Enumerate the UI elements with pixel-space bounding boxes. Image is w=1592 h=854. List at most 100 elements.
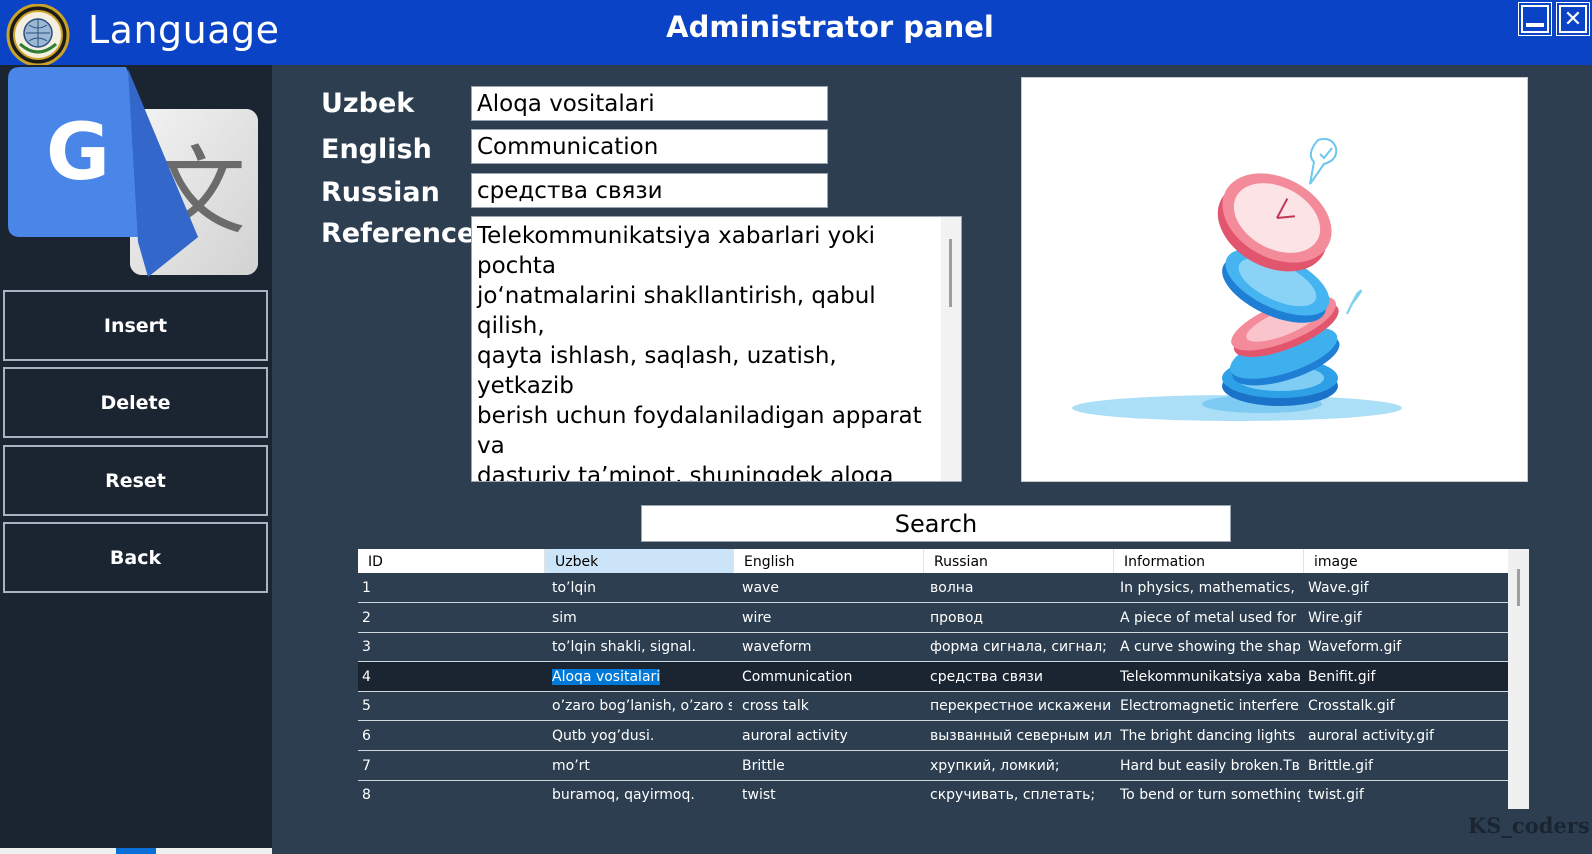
cell-text: 8 xyxy=(362,787,371,804)
cell-text: To bend or turn something... xyxy=(1120,787,1300,804)
sidebar: 文 G Insert Delete Reset Back xyxy=(0,65,272,854)
cell-text: средства связи xyxy=(930,668,1043,685)
back-button[interactable]: Back xyxy=(3,522,268,593)
cell-image: Waveform.gif xyxy=(1308,639,1504,655)
cell-text: Wave.gif xyxy=(1308,580,1369,596)
cell-image: auroral activity.gif xyxy=(1308,728,1504,744)
cell-english: Brittle xyxy=(742,758,920,774)
cell-image: Crosstalk.gif xyxy=(1308,698,1504,714)
cell-text: Qutb yog’dusi. xyxy=(552,728,655,744)
cell-information: Telekommunikatsiya xabar... xyxy=(1120,669,1300,685)
table-row[interactable]: 2 sim wire провод A piece of metal used for … xyxy=(358,603,1508,633)
cell-id: 2 xyxy=(362,610,537,626)
table-row[interactable]: 3 to’lqin shakli, signal. waveform форма си… xyxy=(358,632,1508,663)
cell-text: 2 xyxy=(362,609,371,626)
russian-label: Russian xyxy=(321,177,440,208)
cell-english: twist xyxy=(742,787,920,803)
table-scrollbar[interactable] xyxy=(1508,549,1529,809)
cell-uzbek: to’lqin xyxy=(552,580,732,596)
table-row[interactable]: 6 Qutb yog’dusi. auroral activity вызванный… xyxy=(358,721,1508,751)
cell-russian: форма сигнала, сигнал; xyxy=(930,639,1112,655)
cell-text: sim xyxy=(552,609,577,626)
cell-text: Brittle.gif xyxy=(1308,757,1373,774)
column-header-english[interactable]: English xyxy=(734,549,924,573)
cell-russian: волна xyxy=(930,580,1112,596)
watermark: KS_coders xyxy=(1468,813,1590,838)
cell-image: Wire.gif xyxy=(1308,610,1504,626)
cell-id: 4 xyxy=(362,669,537,685)
table-scroll-thumb[interactable] xyxy=(1517,569,1520,606)
column-header-image[interactable]: image xyxy=(1304,549,1508,573)
cell-english: wave xyxy=(742,580,920,596)
cell-text: auroral activity.gif xyxy=(1308,728,1434,744)
cell-uzbek: buramoq, qayirmoq. xyxy=(552,787,732,803)
cell-text: Brittle xyxy=(742,757,785,774)
table-row[interactable]: 5 o’zaro bog’lanish, o’zaro s... cross tal… xyxy=(358,691,1508,722)
cell-text: 7 xyxy=(362,757,371,774)
table-row[interactable]: 1 to’lqin wave волна In physics, mathematics… xyxy=(358,573,1508,603)
table-header: ID Uzbek English Russian Information ima… xyxy=(358,549,1508,573)
cell-text: auroral activity xyxy=(742,728,848,744)
cell-text: 6 xyxy=(362,728,371,744)
reference-text: Telekommunikatsiya xabarlari yoki pochta… xyxy=(477,223,922,482)
cell-text: wire xyxy=(742,609,772,626)
close-button[interactable]: ✕ xyxy=(1556,2,1590,36)
cell-text: wave xyxy=(742,580,779,596)
cell-id: 8 xyxy=(362,787,537,803)
cell-russian: средства связи xyxy=(930,669,1112,685)
column-header-information[interactable]: Information xyxy=(1114,549,1304,573)
search-button[interactable]: Search xyxy=(641,505,1231,542)
column-header-uzbek[interactable]: Uzbek xyxy=(545,549,734,573)
cell-russian: перекрестное искажение... xyxy=(930,698,1112,714)
cell-text: buramoq, qayirmoq. xyxy=(552,787,695,804)
reference-scroll-thumb[interactable] xyxy=(949,239,952,307)
cell-uzbek: Aloqa vositalari xyxy=(552,668,732,685)
cell-id: 3 xyxy=(362,639,537,655)
russian-field[interactable]: средства связи xyxy=(471,173,828,208)
cell-information: The bright dancing lights o... xyxy=(1120,728,1300,744)
cell-id: 6 xyxy=(362,728,537,744)
cell-uzbek: to’lqin shakli, signal. xyxy=(552,639,732,655)
english-field[interactable]: Communication xyxy=(471,129,828,164)
cell-text: Benifit.gif xyxy=(1308,668,1376,685)
close-icon: ✕ xyxy=(1563,6,1583,32)
cell-image: Brittle.gif xyxy=(1308,758,1504,774)
cell-text: Electromagnetic interferen... xyxy=(1120,698,1300,715)
cell-text: провод xyxy=(930,609,984,626)
table-row[interactable]: 4 Aloqa vositalari Communication средства с… xyxy=(358,661,1508,692)
cell-image: Wave.gif xyxy=(1308,580,1504,596)
insert-button[interactable]: Insert xyxy=(3,290,268,361)
cell-text: форма сигнала, сигнал; xyxy=(930,639,1107,656)
cell-id: 1 xyxy=(362,580,537,596)
cell-image: Benifit.gif xyxy=(1308,669,1504,685)
cell-text: 1 xyxy=(362,580,371,596)
reset-button[interactable]: Reset xyxy=(3,445,268,516)
column-header-id[interactable]: ID xyxy=(358,549,545,573)
minimize-button[interactable] xyxy=(1518,2,1552,36)
table-row[interactable]: 8 buramoq, qayirmoq. twist скручивать, спле… xyxy=(358,780,1508,809)
cell-text: скручивать, сплетать; xyxy=(930,787,1096,804)
minimize-icon xyxy=(1526,23,1544,27)
reference-label: Reference xyxy=(321,218,476,249)
cell-russian: провод xyxy=(930,610,1112,626)
cell-uzbek: sim xyxy=(552,610,732,626)
column-header-russian[interactable]: Russian xyxy=(924,549,1114,573)
uzbek-label: Uzbek xyxy=(321,88,415,119)
reference-scrollbar[interactable] xyxy=(941,217,961,481)
cell-id: 7 xyxy=(362,758,537,774)
cell-image: twist.gif xyxy=(1308,787,1504,803)
table-row[interactable]: 7 mo’rt Brittle хрупкий, ломкий; Hard but ea… xyxy=(358,751,1508,781)
cell-text: 3 xyxy=(362,639,371,656)
cell-text: Hard but easily broken.Tве... xyxy=(1120,757,1300,774)
cell-text: mo’rt xyxy=(552,757,590,774)
cell-text: вызванный северным ил... xyxy=(930,728,1112,744)
delete-button[interactable]: Delete xyxy=(3,367,268,438)
cell-text: to’lqin xyxy=(552,580,597,596)
svg-text:G: G xyxy=(46,108,110,198)
cell-russian: скручивать, сплетать; xyxy=(930,787,1112,803)
cell-uzbek: o’zaro bog’lanish, o’zaro s... xyxy=(552,698,732,714)
cell-uzbek: Qutb yog’dusi. xyxy=(552,728,732,744)
uzbek-field[interactable]: Aloqa vositalari xyxy=(471,86,828,121)
cell-information: Hard but easily broken.Tве... xyxy=(1120,758,1300,774)
reference-textarea[interactable]: Telekommunikatsiya xabarlari yoki pochta… xyxy=(471,216,962,482)
